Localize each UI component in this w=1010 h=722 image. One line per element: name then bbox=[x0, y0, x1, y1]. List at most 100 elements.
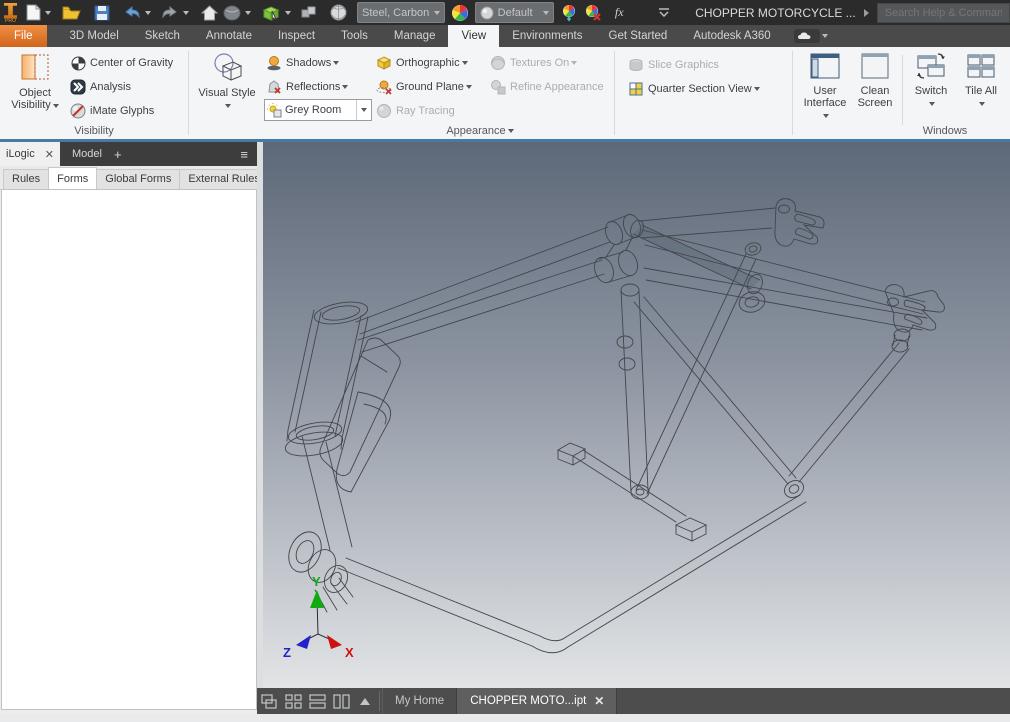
close-document-icon[interactable]: ✕ bbox=[594, 694, 604, 708]
save-button[interactable] bbox=[91, 2, 113, 24]
tab-forms[interactable]: Forms bbox=[48, 167, 98, 189]
room-style-caret[interactable] bbox=[356, 100, 371, 120]
inventor-logo-icon bbox=[4, 2, 17, 19]
quarter-section-view-button[interactable]: Quarter Section View bbox=[628, 79, 760, 99]
appearance-combo-sphere-icon bbox=[480, 6, 494, 19]
my-home-tab[interactable]: My Home bbox=[382, 688, 458, 714]
redo-icon bbox=[162, 6, 177, 19]
adjust-color-wheel-icon bbox=[563, 4, 576, 21]
tab-autodesk-a360[interactable]: Autodesk A360 bbox=[680, 25, 783, 47]
tab-global-forms[interactable]: Global Forms bbox=[96, 169, 181, 189]
model-viewport[interactable]: Y X Z bbox=[263, 142, 1010, 688]
reflections-button[interactable]: Reflections bbox=[266, 77, 349, 97]
appearance-sphere-button[interactable] bbox=[221, 2, 243, 24]
group-divider bbox=[902, 55, 903, 125]
tab-file[interactable]: File bbox=[0, 25, 47, 47]
expand-tabs-button[interactable] bbox=[353, 688, 377, 714]
ilogic-close-icon[interactable]: ✕ bbox=[45, 148, 54, 161]
tab-sketch[interactable]: Sketch bbox=[132, 25, 193, 47]
object-visibility-button[interactable]: Object Visibility bbox=[8, 52, 62, 111]
appearance-sphere-caret[interactable] bbox=[245, 10, 251, 15]
parameters-fx-button[interactable]: fx bbox=[609, 2, 629, 24]
color-wheel-button[interactable] bbox=[449, 2, 471, 24]
tile-windows-button[interactable] bbox=[281, 688, 305, 714]
tile-horizontal-button[interactable] bbox=[305, 688, 329, 714]
visual-style-button[interactable]: Visual Style bbox=[198, 52, 256, 111]
tab-environments[interactable]: Environments bbox=[499, 25, 595, 47]
new-file-button[interactable] bbox=[23, 2, 43, 24]
redo-button[interactable] bbox=[159, 2, 181, 24]
cloud-icon bbox=[793, 29, 820, 43]
ground-plane-button[interactable]: Ground Plane bbox=[376, 77, 472, 97]
a360-cloud-button[interactable] bbox=[793, 25, 828, 47]
ground-plane-caret bbox=[465, 85, 472, 89]
visual-style-icon bbox=[214, 53, 243, 81]
clear-appearance-button[interactable] bbox=[583, 2, 603, 24]
tab-external-rules[interactable]: External Rules bbox=[179, 169, 269, 189]
shadows-caret bbox=[333, 61, 340, 65]
material-combo-value: Steel, Carbon bbox=[362, 6, 430, 19]
orthographic-caret bbox=[461, 61, 468, 65]
ray-tracing-label: Ray Tracing bbox=[396, 105, 455, 117]
tile-all-button[interactable]: Tile All bbox=[958, 52, 1004, 109]
titlebar: PRO Steel, Carbon Default fx CHOPPER MOT… bbox=[0, 0, 1010, 25]
help-search-box[interactable] bbox=[876, 2, 1010, 23]
new-file-caret[interactable] bbox=[45, 10, 51, 15]
tab-rules[interactable]: Rules bbox=[3, 169, 50, 189]
quarter-section-caret bbox=[753, 87, 760, 91]
appearance-combo[interactable]: Default bbox=[474, 2, 555, 23]
group-divider bbox=[792, 51, 793, 135]
clean-screen-button[interactable]: Clean Screen bbox=[852, 52, 898, 109]
open-button[interactable] bbox=[59, 2, 83, 24]
help-search-input[interactable] bbox=[882, 5, 1004, 20]
refine-appearance-button: Refine Appearance bbox=[490, 77, 604, 97]
cascade-windows-button[interactable] bbox=[257, 688, 281, 714]
chopper-document-tab[interactable]: CHOPPER MOTO...ipt ✕ bbox=[457, 688, 618, 714]
undo-button[interactable] bbox=[121, 2, 143, 24]
switch-button[interactable]: Switch bbox=[908, 52, 954, 109]
status-strip bbox=[0, 714, 1010, 722]
title-expand-arrow[interactable] bbox=[863, 8, 869, 17]
orthographic-button[interactable]: Orthographic bbox=[376, 53, 468, 73]
center-of-gravity-button[interactable]: Center of Gravity bbox=[70, 53, 173, 73]
undo-caret[interactable] bbox=[145, 10, 151, 15]
model-panel-tab[interactable]: Model bbox=[60, 142, 114, 166]
tab-manage[interactable]: Manage bbox=[381, 25, 449, 47]
home-button[interactable] bbox=[197, 2, 221, 24]
analysis-button[interactable]: Analysis bbox=[70, 77, 131, 97]
tab-get-started[interactable]: Get Started bbox=[596, 25, 681, 47]
adjust-appearance-button[interactable] bbox=[559, 2, 579, 24]
appearance-group-label[interactable]: Appearance bbox=[390, 125, 570, 137]
tab-annotate[interactable]: Annotate bbox=[193, 25, 265, 47]
add-panel-button[interactable]: + bbox=[114, 142, 122, 166]
imate-glyphs-button[interactable]: iMate Glyphs bbox=[70, 101, 154, 121]
tab-view[interactable]: View bbox=[448, 25, 500, 47]
select-button[interactable] bbox=[259, 2, 283, 24]
appearance-sphere-icon bbox=[223, 5, 241, 20]
axis-triad bbox=[296, 590, 342, 649]
redo-caret[interactable] bbox=[183, 10, 189, 15]
room-style-combo[interactable]: Grey Room bbox=[264, 99, 372, 121]
ribbon-collapse-button[interactable] bbox=[655, 2, 673, 24]
panel-menu-button[interactable]: ≡ bbox=[232, 142, 257, 166]
up-arrow-icon bbox=[360, 697, 370, 705]
ilogic-forms-panel-body[interactable] bbox=[1, 189, 257, 710]
tab-inspect[interactable]: Inspect bbox=[265, 25, 328, 47]
shadows-button[interactable]: Shadows bbox=[266, 53, 340, 73]
render-globe-button[interactable] bbox=[327, 2, 349, 24]
material-combo[interactable]: Steel, Carbon bbox=[357, 2, 445, 23]
tab-3d-model[interactable]: 3D Model bbox=[57, 25, 132, 47]
tile-all-label: Tile All bbox=[958, 85, 1004, 109]
tile-vertical-button[interactable] bbox=[329, 688, 353, 714]
svg-text:X: X bbox=[345, 645, 354, 660]
fx-icon: fx bbox=[614, 5, 624, 19]
object-visibility-caret bbox=[52, 104, 59, 108]
tab-tools[interactable]: Tools bbox=[328, 25, 381, 47]
select-caret[interactable] bbox=[285, 10, 291, 15]
component-button[interactable] bbox=[299, 2, 319, 24]
inventor-logo[interactable]: PRO bbox=[4, 2, 17, 23]
user-interface-button[interactable]: User Interface bbox=[800, 52, 850, 121]
open-folder-icon bbox=[62, 6, 81, 20]
ilogic-panel-tab[interactable]: iLogic ✕ bbox=[0, 142, 60, 166]
object-visibility-icon bbox=[21, 54, 49, 80]
